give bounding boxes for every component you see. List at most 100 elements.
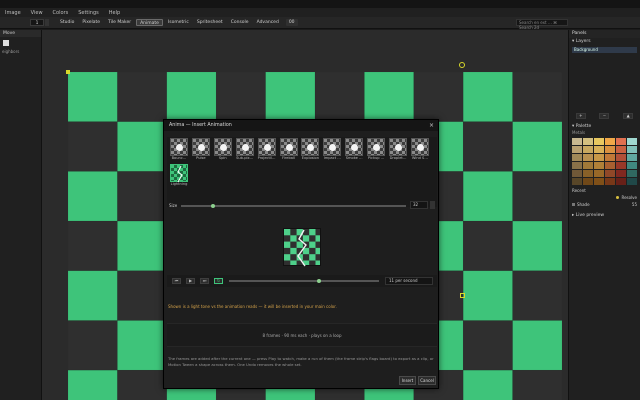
- palette-swatch[interactable]: [583, 154, 593, 161]
- tab-studio[interactable]: Studio: [57, 19, 77, 26]
- menu-view[interactable]: View: [26, 10, 48, 16]
- shade-value[interactable]: 55: [632, 202, 637, 207]
- preset-11[interactable]: Droplet…: [388, 138, 408, 160]
- preset-3[interactable]: Spin: [213, 138, 233, 160]
- palette-name[interactable]: Metals: [569, 130, 640, 136]
- preset-13[interactable]: Lightning: [169, 164, 189, 186]
- search-input[interactable]: Search en ext … ⌘ Search 2d: [516, 19, 568, 30]
- palette-swatch[interactable]: [594, 162, 604, 169]
- palette-swatch[interactable]: [605, 146, 615, 153]
- layer-background[interactable]: Background: [572, 47, 637, 53]
- move-layer-up-button[interactable]: ▲: [623, 113, 634, 119]
- tab-spritesheet[interactable]: Spritesheet: [194, 19, 226, 26]
- cancel-button[interactable]: Cancel: [418, 376, 436, 385]
- palette-swatch[interactable]: [594, 170, 604, 177]
- size-slider[interactable]: [181, 205, 406, 207]
- palette-swatch[interactable]: [594, 178, 604, 185]
- menu-help[interactable]: Help: [104, 10, 125, 16]
- preset-6[interactable]: Fireball: [279, 138, 299, 160]
- palette-swatch[interactable]: [627, 178, 637, 185]
- last-frame-button[interactable]: ⏭: [200, 278, 209, 284]
- brush-size-stepper[interactable]: [45, 19, 49, 26]
- size-slider-knob[interactable]: [210, 204, 215, 208]
- palette-swatch[interactable]: [572, 146, 582, 153]
- preset-1[interactable]: Bounc…: [169, 138, 189, 160]
- preset-5[interactable]: Projectil…: [257, 138, 277, 160]
- size-stepper[interactable]: [430, 201, 435, 209]
- palette-swatch[interactable]: [605, 154, 615, 161]
- preset-10[interactable]: Pickup …: [366, 138, 386, 160]
- extra-button[interactable]: 00: [285, 19, 298, 26]
- palette-swatch[interactable]: [616, 162, 626, 169]
- palette-header[interactable]: ▾ Palette: [569, 123, 640, 130]
- shade-toggle[interactable]: Shade: [572, 202, 590, 207]
- remove-layer-button[interactable]: −: [599, 113, 610, 119]
- palette-swatch[interactable]: [583, 178, 593, 185]
- brush-size-field[interactable]: 1: [30, 19, 44, 26]
- size-value[interactable]: 32: [410, 201, 428, 209]
- tab-isometric[interactable]: Isometric: [165, 19, 192, 26]
- frame-scrubber[interactable]: [229, 280, 379, 282]
- tab-tile-maker[interactable]: Tile Maker: [105, 19, 134, 26]
- palette-swatch[interactable]: [605, 178, 615, 185]
- palette-swatch[interactable]: [616, 146, 626, 153]
- palette-swatch[interactable]: [572, 138, 582, 145]
- palette-swatch[interactable]: [572, 178, 582, 185]
- palette-swatch[interactable]: [583, 138, 593, 145]
- palette-swatch[interactable]: [605, 138, 615, 145]
- preset-label: Smoke …: [345, 156, 363, 160]
- palette-swatch[interactable]: [616, 154, 626, 161]
- preset-4[interactable]: Sub-pix…: [235, 138, 255, 160]
- palette-swatch[interactable]: [594, 146, 604, 153]
- tab-console[interactable]: Console: [228, 19, 252, 26]
- live-preview-header[interactable]: ▸ Live preview: [569, 212, 640, 219]
- palette-swatch[interactable]: [627, 170, 637, 177]
- tab-advanced[interactable]: Advanced: [254, 19, 282, 26]
- palette-swatch[interactable]: [605, 162, 615, 169]
- play-button[interactable]: ▶: [186, 278, 195, 284]
- preset-12[interactable]: Wind S…: [410, 138, 430, 160]
- palette-swatch[interactable]: [627, 162, 637, 169]
- tab-pixelate[interactable]: Pixelate: [79, 19, 103, 26]
- tab-animate[interactable]: Animate: [136, 19, 163, 26]
- preset-8[interactable]: Impact …: [322, 138, 342, 160]
- move-tool-icon[interactable]: [3, 40, 9, 46]
- menu-settings[interactable]: Settings: [73, 10, 104, 16]
- preset-9[interactable]: Smoke …: [344, 138, 364, 160]
- palette-swatch[interactable]: [594, 138, 604, 145]
- menu-colors[interactable]: Colors: [48, 10, 74, 16]
- palette-swatch[interactable]: [572, 162, 582, 169]
- canvas-tile: [68, 270, 118, 321]
- palette-swatch[interactable]: [627, 138, 637, 145]
- palette-swatch[interactable]: [572, 170, 582, 177]
- preset-thumbnail: [323, 138, 342, 156]
- resolve-label[interactable]: Resolve: [621, 195, 637, 200]
- palette-swatch[interactable]: [616, 138, 626, 145]
- preset-2[interactable]: Pulse: [191, 138, 211, 160]
- palette-swatch[interactable]: [594, 154, 604, 161]
- palette-swatch[interactable]: [583, 170, 593, 177]
- resolve-row: Resolve: [569, 194, 640, 201]
- palette-swatch[interactable]: [616, 170, 626, 177]
- rotate-handle-icon[interactable]: [459, 62, 465, 68]
- first-frame-button[interactable]: ⏮: [172, 278, 181, 284]
- insert-button[interactable]: Insert: [399, 376, 416, 385]
- palette-swatch[interactable]: [627, 154, 637, 161]
- canvas-corner-handle[interactable]: [66, 70, 70, 74]
- palette-swatch[interactable]: [627, 146, 637, 153]
- move-panel-header[interactable]: Move: [0, 30, 41, 37]
- palette-swatch[interactable]: [583, 162, 593, 169]
- frame-scrubber-knob[interactable]: [317, 279, 321, 283]
- palette-swatch[interactable]: [605, 170, 615, 177]
- close-icon[interactable]: ×: [429, 120, 434, 131]
- palette-swatch[interactable]: [572, 154, 582, 161]
- fps-field[interactable]: 11 per second: [385, 277, 433, 285]
- palette-swatch[interactable]: [616, 178, 626, 185]
- palette-swatch[interactable]: [583, 146, 593, 153]
- menu-image[interactable]: Image: [0, 10, 26, 16]
- loop-toggle-button[interactable]: ↻: [214, 278, 223, 284]
- layers-header[interactable]: ▾ Layers: [569, 38, 640, 45]
- resize-handle-icon[interactable]: [460, 293, 465, 298]
- preset-7[interactable]: Explosion: [300, 138, 320, 160]
- add-layer-button[interactable]: +: [575, 113, 586, 119]
